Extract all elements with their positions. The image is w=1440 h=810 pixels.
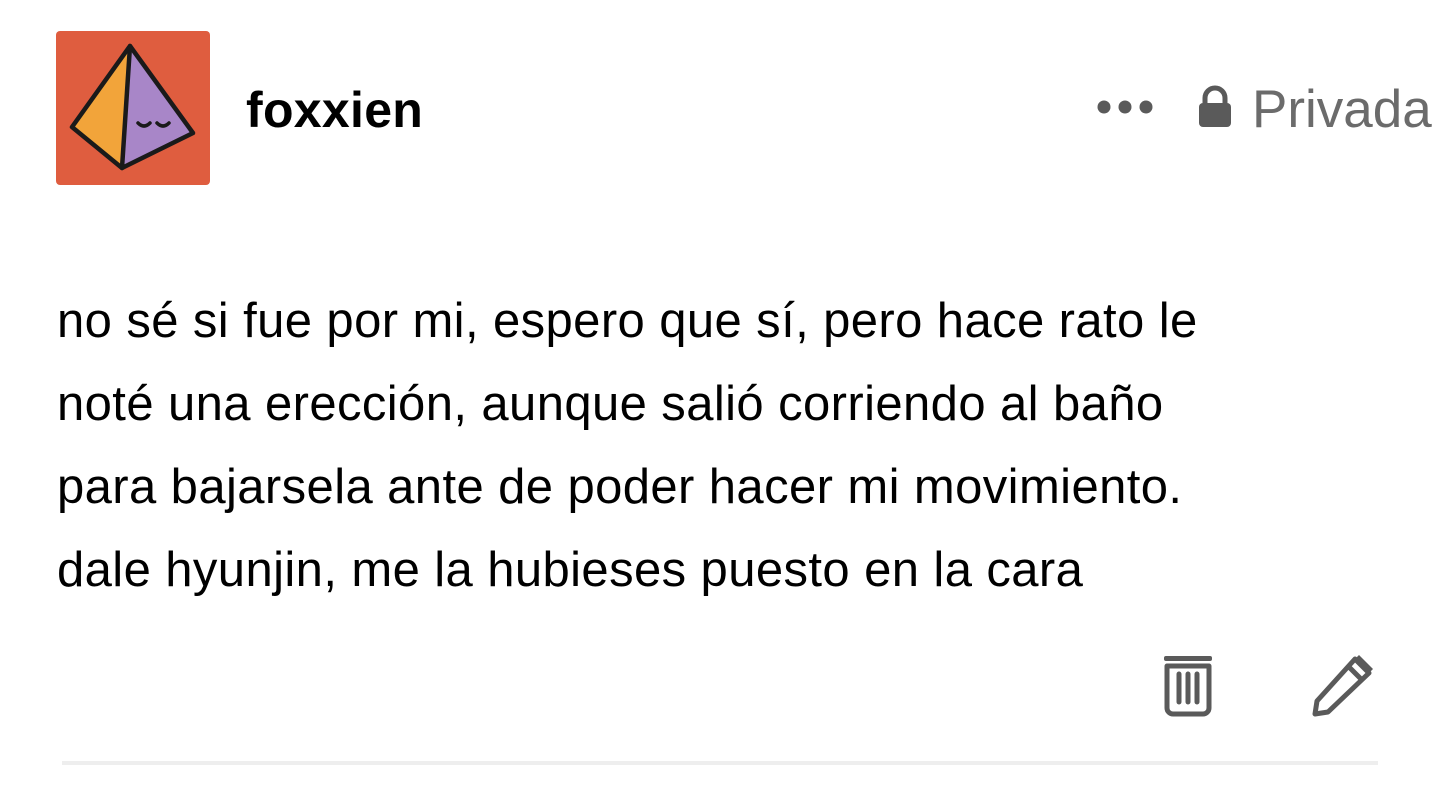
trash-icon	[1164, 656, 1212, 717]
pyramid-avatar-icon	[56, 31, 210, 185]
more-options-button[interactable]	[1094, 92, 1156, 122]
lock-icon	[1199, 85, 1231, 127]
post-text-line: noté una erección, aunque salió corriend…	[57, 377, 1164, 431]
author-avatar[interactable]	[56, 31, 210, 185]
post-body: no sé si fue por mi, espero que sí, pero…	[57, 280, 1367, 612]
privacy-label: Privada	[1252, 80, 1432, 139]
edit-button[interactable]	[1306, 650, 1378, 720]
pencil-icon	[1312, 655, 1373, 717]
post-text-line: no sé si fue por mi, espero que sí, pero…	[57, 294, 1198, 348]
post-card: foxxien Privada no sé si fue por mi, esp…	[0, 0, 1440, 810]
author-username[interactable]: foxxien	[246, 80, 423, 140]
post-divider	[62, 761, 1378, 765]
post-text-line: dale hyunjin, me la hubieses puesto en l…	[57, 543, 1084, 597]
post-text-line: para bajarsela ante de poder hacer mi mo…	[57, 460, 1183, 514]
privacy-indicator: Privada	[1198, 80, 1432, 140]
delete-button[interactable]	[1156, 650, 1220, 720]
ellipsis-icon	[1097, 100, 1153, 114]
